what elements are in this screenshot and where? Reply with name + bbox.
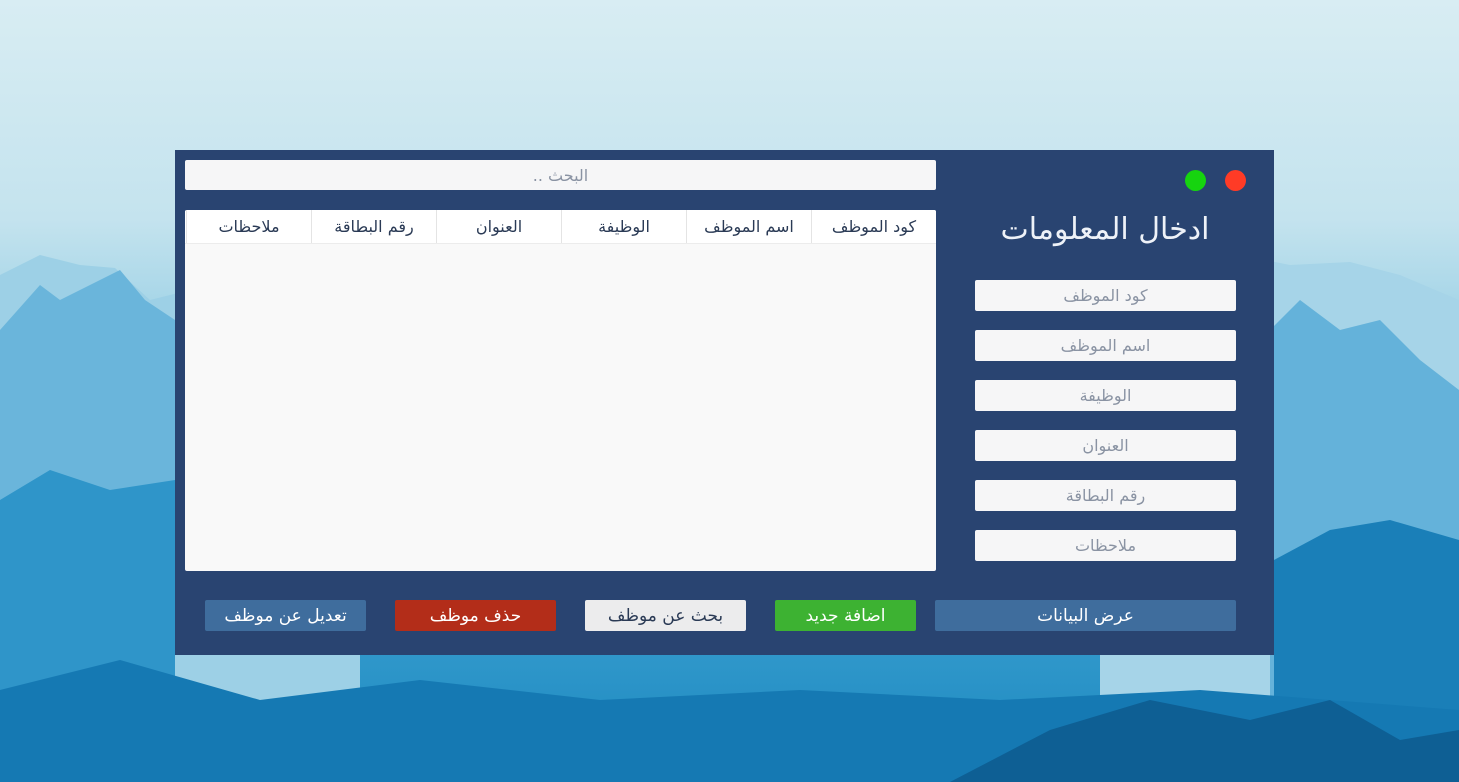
search-employee-button[interactable]: بحث عن موظف	[585, 600, 746, 631]
add-new-button[interactable]: اضافة جديد	[775, 600, 916, 631]
card-number-field[interactable]	[975, 480, 1236, 511]
search-input[interactable]	[185, 160, 936, 190]
employee-name-field[interactable]	[975, 330, 1236, 361]
delete-employee-button[interactable]: حذف موظف	[395, 600, 556, 631]
employee-code-field[interactable]	[975, 280, 1236, 311]
column-header-employee-code[interactable]: كود الموظف	[811, 210, 936, 243]
show-data-button[interactable]: عرض البيانات	[935, 600, 1236, 631]
app-window: كود الموظف اسم الموظف الوظيفة العنوان رق…	[175, 150, 1274, 655]
column-header-notes[interactable]: ملاحظات	[186, 210, 311, 243]
notes-field[interactable]	[975, 530, 1236, 561]
job-field[interactable]	[975, 380, 1236, 411]
edit-employee-button[interactable]: تعديل عن موظف	[205, 600, 366, 631]
minimize-button[interactable]	[1185, 170, 1206, 191]
column-header-card-number[interactable]: رقم البطاقة	[311, 210, 436, 243]
form-title: ادخال المعلومات	[1000, 212, 1210, 247]
employees-table[interactable]: كود الموظف اسم الموظف الوظيفة العنوان رق…	[185, 210, 936, 571]
column-header-employee-name[interactable]: اسم الموظف	[686, 210, 811, 243]
column-header-address[interactable]: العنوان	[436, 210, 561, 243]
table-header: كود الموظف اسم الموظف الوظيفة العنوان رق…	[185, 210, 936, 244]
address-field[interactable]	[975, 430, 1236, 461]
column-header-job[interactable]: الوظيفة	[561, 210, 686, 243]
close-button[interactable]	[1225, 170, 1246, 191]
